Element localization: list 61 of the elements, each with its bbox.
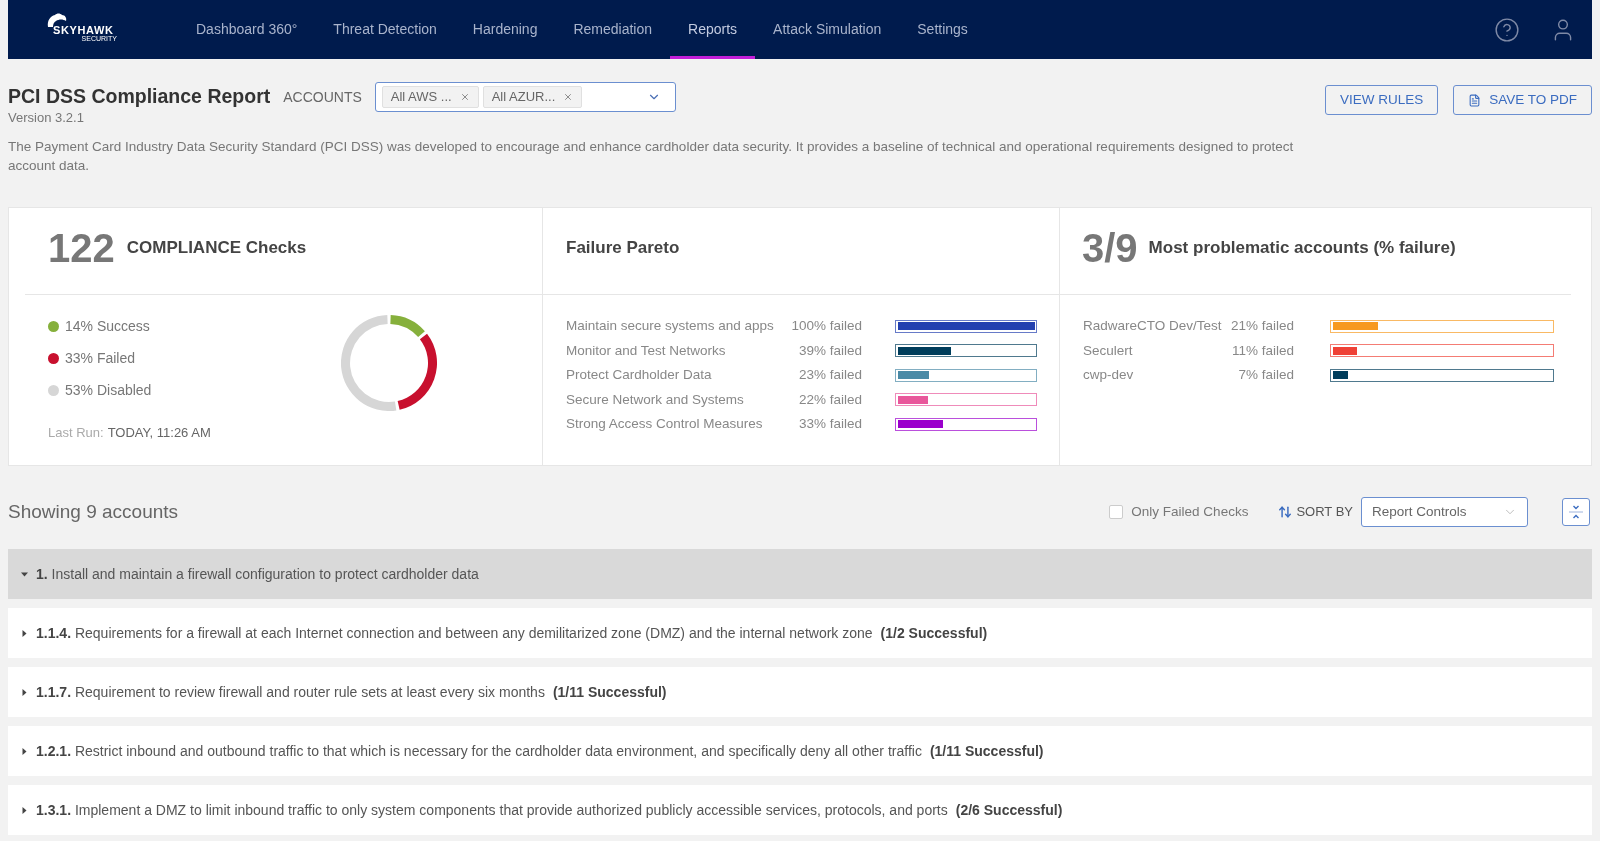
collapse-chevrons-icon <box>1569 504 1583 520</box>
legend-label: 53% Disabled <box>65 380 152 400</box>
showing-count: Showing 9 accounts <box>8 499 179 524</box>
close-icon[interactable] <box>563 92 574 102</box>
sort-label: SORT BY <box>1296 503 1353 522</box>
nav-tab[interactable]: Hardening <box>454 0 556 59</box>
accounts-label: ACCOUNTS <box>283 87 362 107</box>
card-title: Failure Pareto <box>566 237 680 260</box>
nav-tab[interactable]: Threat Detection <box>315 0 455 59</box>
failure-reading: 33% failed <box>797 415 862 434</box>
category-label: Monitor and Test Networks <box>566 341 727 360</box>
failure-reading: 7% failed <box>1237 366 1294 385</box>
failure-reading: 100% failed <box>790 317 862 336</box>
logo-icon <box>47 13 67 28</box>
report-title: PCI DSS Compliance Report <box>8 84 271 110</box>
account-count: 3/9 <box>1082 228 1138 268</box>
account-chip[interactable]: All AWS ... <box>381 86 479 108</box>
action-button[interactable]: VIEW RULES <box>1324 85 1439 115</box>
sort-select[interactable]: Report Controls <box>1361 497 1528 527</box>
check-count: 122 <box>48 228 115 268</box>
last-run-label: Last Run: <box>48 424 104 442</box>
nav-tab[interactable]: Remediation <box>555 0 671 59</box>
accordion-row[interactable]: 1.3.1. Implement a DMZ to limit inbound traffic to only system components that provide authorized publicly accessible services, protocols, and ports (2/6 Successful) <box>8 785 1592 835</box>
failure-reading: 21% failed <box>1229 317 1294 336</box>
action-button[interactable]: SAVE TO PDF <box>1453 85 1592 115</box>
nav-tab[interactable]: Reports <box>670 0 756 59</box>
checkbox-label: Only Failed Checks <box>1131 502 1249 521</box>
accordion-row[interactable]: 1.2.1. Restrict inbound and outbound traffic to that which is necessary for the cardholder data environment, and specifically deny all other traffic (1/11 Successful) <box>8 726 1592 776</box>
collapse-all-button[interactable] <box>1562 498 1590 526</box>
failure-reading: 23% failed <box>797 366 862 385</box>
description-text: The Payment Card Industry Data Security Standard (PCI DSS) was developed to encourage and enhance cardholder data security. It provides a baseline of technical and operational requirements designed to protect account data. <box>8 138 1295 175</box>
failure-reading: 39% failed <box>797 341 862 360</box>
legend-label: 14% Success <box>65 316 150 336</box>
account-chip[interactable]: All AZUR... <box>482 86 583 108</box>
card-title: COMPLIANCE Checks <box>126 237 307 260</box>
category-label: Maintain secure systems and apps <box>566 317 775 336</box>
account-label: Seculert <box>1083 341 1134 360</box>
account-label: cwp-dev <box>1083 366 1135 385</box>
logo-text: SKYHAWK <box>53 24 114 36</box>
close-icon[interactable] <box>459 92 470 102</box>
failure-reading: 11% failed <box>1230 341 1294 360</box>
help-icon[interactable] <box>1494 16 1520 43</box>
nav-tab[interactable]: Attack Simulation <box>755 0 900 59</box>
checkbox[interactable] <box>1109 505 1124 519</box>
card-title: Most problematic accounts (% failure) <box>1148 237 1456 260</box>
nav-tab[interactable]: Dashboard 360° <box>178 0 316 59</box>
failure-reading: 22% failed <box>797 390 862 409</box>
last-run-value: TODAY, 11:26 AM <box>107 424 211 442</box>
category-label: Secure Network and Systems <box>566 390 745 409</box>
nav-tab[interactable]: Settings <box>899 0 986 59</box>
sort-icon[interactable] <box>1278 505 1293 519</box>
version-text: Version 3.2.1 <box>8 110 85 126</box>
legend-label: 33% Failed <box>65 348 136 368</box>
category-label: Protect Cardholder Data <box>566 366 713 385</box>
account-label: RadwareCTO Dev/Test <box>1083 317 1223 336</box>
accordion-section[interactable]: 1. Install and maintain a firewall configuration to protect cardholder data <box>8 549 1592 599</box>
accordion-row[interactable]: 1.1.7. Requirement to review firewall and router rule sets at least every six months (1/11 Successful) <box>8 667 1592 717</box>
accordion-row[interactable]: 1.1.4. Requirements for a firewall at each Internet connection and between any demilitarized zone (DMZ) and the internal network zone (1/2 Successful) <box>8 608 1592 658</box>
category-label: Strong Access Control Measures <box>566 415 764 434</box>
accounts-select[interactable]: All AWS ... All AZUR... <box>374 82 676 112</box>
document-icon <box>1468 93 1482 107</box>
